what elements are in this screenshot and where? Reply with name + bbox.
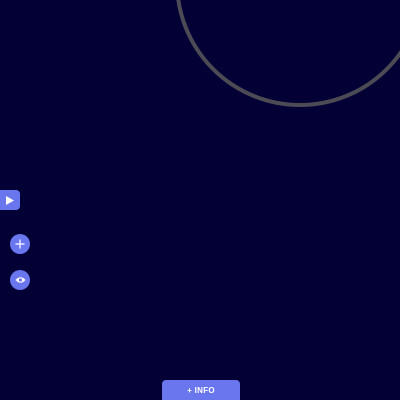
play-icon <box>6 195 14 205</box>
info-button[interactable]: + INFO <box>162 380 240 400</box>
plus-icon <box>15 239 25 249</box>
canvas-stage: + INFO <box>0 0 400 400</box>
view-button[interactable] <box>10 270 30 290</box>
info-button-label: + INFO <box>187 385 215 395</box>
play-button[interactable] <box>0 190 20 210</box>
circle-outline <box>175 0 400 107</box>
eye-icon <box>15 276 26 284</box>
zoom-in-button[interactable] <box>10 234 30 254</box>
